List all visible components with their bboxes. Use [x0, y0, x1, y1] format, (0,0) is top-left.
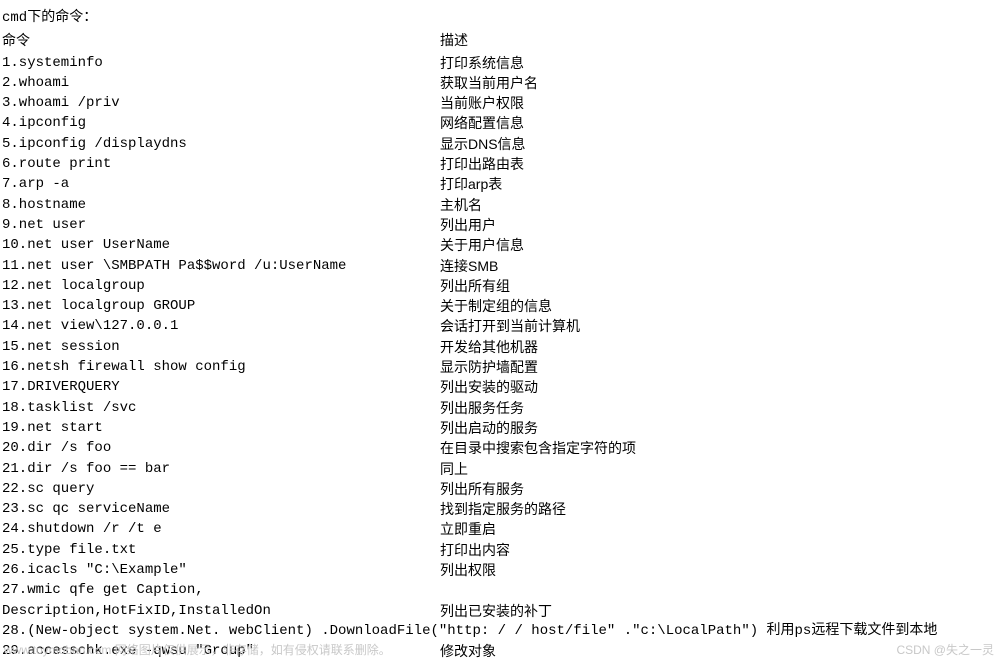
table-row: 24.shutdown /r /t e立即重启: [2, 519, 998, 539]
description-cell: 连接SMB: [440, 256, 498, 276]
description-cell: 立即重启: [440, 519, 496, 539]
description-cell: 主机名: [440, 195, 482, 215]
description-cell: 打印出路由表: [440, 154, 524, 174]
description-cell: 列出服务任务: [440, 398, 524, 418]
command-cell: 2.whoami: [2, 73, 440, 93]
table-row: 6.route print打印出路由表: [2, 154, 998, 174]
command-cell: 23.sc qc serviceName: [2, 499, 440, 519]
table-row: 1.systeminfo打印系统信息: [2, 53, 998, 73]
command-cell: 19.net start: [2, 418, 440, 438]
table-row: 10.net user UserName关于用户信息: [2, 235, 998, 255]
table-header-row: 命令 描述: [2, 30, 998, 50]
description-cell: 显示防护墙配置: [440, 357, 538, 377]
command-cell: 25.type file.txt: [2, 540, 440, 560]
description-cell: 打印系统信息: [440, 53, 524, 73]
table-row: 9.net user列出用户: [2, 215, 998, 235]
table-row: 5.ipconfig /displaydns显示DNS信息: [2, 134, 998, 154]
table-row: 3.whoami /priv当前账户权限: [2, 93, 998, 113]
description-cell: 列出用户: [440, 215, 496, 235]
description-cell: 列出所有服务: [440, 479, 524, 499]
table-row: Description,HotFixID,InstalledOn 列出已安装的补…: [2, 601, 998, 621]
table-row: 23.sc qc serviceName找到指定服务的路径: [2, 499, 998, 519]
description-cell: 修改对象: [440, 641, 496, 661]
table-row: 4.ipconfig网络配置信息: [2, 113, 998, 133]
table-row: 28.(New-object system.Net. webClient) .D…: [2, 621, 998, 641]
table-row: 19.net start列出启动的服务: [2, 418, 998, 438]
command-cell: 11.net user \SMBPATH Pa$$word /u:UserNam…: [2, 256, 440, 276]
table-row: 16.netsh firewall show config显示防护墙配置: [2, 357, 998, 377]
document-title: cmd下的命令：: [2, 8, 998, 28]
header-command-label: 命令: [2, 30, 440, 50]
description-cell: 当前账户权限: [440, 93, 524, 113]
table-row: 8.hostname主机名: [2, 195, 998, 215]
command-cell: 24.shutdown /r /t e: [2, 519, 440, 539]
table-row: 20.dir /s foo在目录中搜索包含指定字符的项: [2, 438, 998, 458]
header-description-label: 描述: [440, 30, 468, 50]
table-row: 22.sc query列出所有服务: [2, 479, 998, 499]
command-cell: 21.dir /s foo == bar: [2, 459, 440, 479]
table-row: 26.icacls "C:\Example"列出权限: [2, 560, 998, 580]
watermark-left: www.toymoban.com 网络图片仅供展示，非存储，如有侵权请联系删除。: [4, 642, 391, 659]
command-cell: 16.netsh firewall show config: [2, 357, 440, 377]
command-cell: 26.icacls "C:\Example": [2, 560, 440, 580]
watermark-right: CSDN @失之一灵: [896, 642, 994, 659]
description-cell: 获取当前用户名: [440, 73, 538, 93]
description-cell: 显示DNS信息: [440, 134, 526, 154]
command-cell: Description,HotFixID,InstalledOn: [2, 601, 440, 621]
command-cell: 1.systeminfo: [2, 53, 440, 73]
table-row: 17.DRIVERQUERY列出安装的驱动: [2, 377, 998, 397]
description-cell: 关于用户信息: [440, 235, 524, 255]
document-container: cmd下的命令： 命令 描述 1.systeminfo打印系统信息2.whoam…: [2, 8, 998, 662]
description-cell: 列出启动的服务: [440, 418, 538, 438]
table-row: 12.net localgroup列出所有组: [2, 276, 998, 296]
table-row: 13.net localgroup GROUP关于制定组的信息: [2, 296, 998, 316]
table-row: 2.whoami获取当前用户名: [2, 73, 998, 93]
command-cell: 3.whoami /priv: [2, 93, 440, 113]
description-cell: 找到指定服务的路径: [440, 499, 566, 519]
command-cell: 27.wmic qfe get Caption,: [2, 580, 440, 600]
command-cell: 14.net view\127.0.0.1: [2, 316, 440, 336]
command-cell: 7.arp -a: [2, 174, 440, 194]
table-row: 15.net session开发给其他机器: [2, 337, 998, 357]
command-cell: 10.net user UserName: [2, 235, 440, 255]
description-cell: 同上: [440, 459, 468, 479]
table-row: 14.net view\127.0.0.1会话打开到当前计算机: [2, 316, 998, 336]
command-cell: 6.route print: [2, 154, 440, 174]
description-cell: 网络配置信息: [440, 113, 524, 133]
table-row: 18.tasklist /svc列出服务任务: [2, 398, 998, 418]
command-cell: 18.tasklist /svc: [2, 398, 440, 418]
command-cell: 5.ipconfig /displaydns: [2, 134, 440, 154]
description-cell: 打印出内容: [440, 540, 510, 560]
command-cell: 12.net localgroup: [2, 276, 440, 296]
command-cell: 4.ipconfig: [2, 113, 440, 133]
description-cell: 在目录中搜索包含指定字符的项: [440, 438, 636, 458]
table-row: 25.type file.txt打印出内容: [2, 540, 998, 560]
description-cell: 会话打开到当前计算机: [440, 316, 580, 336]
command-cell: 13.net localgroup GROUP: [2, 296, 440, 316]
command-cell: 8.hostname: [2, 195, 440, 215]
description-cell: 列出安装的驱动: [440, 377, 538, 397]
command-cell: 20.dir /s foo: [2, 438, 440, 458]
table-row: 11.net user \SMBPATH Pa$$word /u:UserNam…: [2, 256, 998, 276]
command-cell: 22.sc query: [2, 479, 440, 499]
description-cell: 关于制定组的信息: [440, 296, 552, 316]
description-cell: 列出已安装的补丁: [440, 601, 552, 621]
description-cell: 列出所有组: [440, 276, 510, 296]
table-row: 7.arp -a打印arp表: [2, 174, 998, 194]
command-cell: 17.DRIVERQUERY: [2, 377, 440, 397]
description-cell: 列出权限: [440, 560, 496, 580]
command-cell: 15.net session: [2, 337, 440, 357]
description-cell: 开发给其他机器: [440, 337, 538, 357]
table-row: 21.dir /s foo == bar同上: [2, 459, 998, 479]
command-rows: 1.systeminfo打印系统信息2.whoami获取当前用户名3.whoam…: [2, 53, 998, 581]
description-cell: 打印arp表: [440, 174, 502, 194]
table-row: 27.wmic qfe get Caption,: [2, 580, 998, 600]
command-cell: 9.net user: [2, 215, 440, 235]
